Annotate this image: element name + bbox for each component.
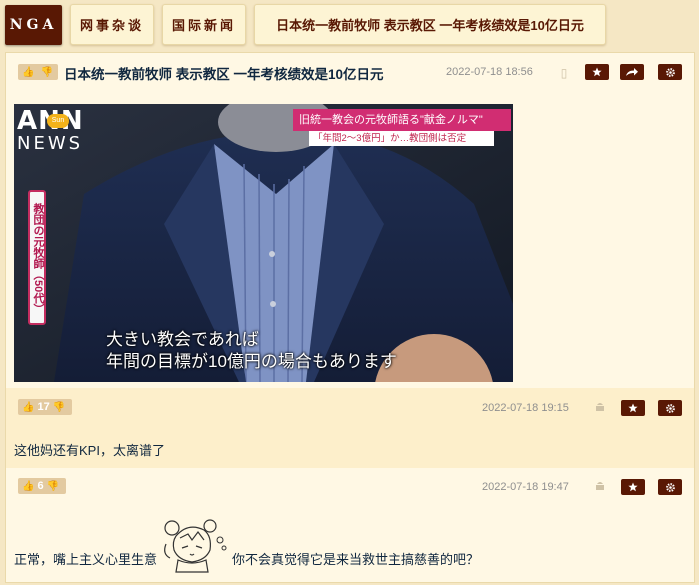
post-date: 2022-07-18 19:15	[482, 402, 569, 414]
thumb-up-icon[interactable]: 👍	[22, 481, 34, 492]
like-badge[interactable]: 👍 17 👎	[18, 399, 72, 415]
thumb-down-icon[interactable]: 👎	[53, 402, 65, 413]
thread-posts: 👍 👎 日本统一教前牧师 表示教区 一年考核绩效是10亿日元 2022-07-1…	[5, 52, 695, 583]
like-count: 6	[37, 480, 44, 492]
settings-button[interactable]	[658, 400, 682, 416]
share-button[interactable]	[620, 64, 644, 80]
subtitle-line-2: 年間の目標が10億円の場合もあります	[106, 352, 397, 371]
star-button[interactable]	[585, 64, 609, 80]
gear-icon	[665, 482, 675, 492]
post-content-after: 你不会真觉得它是来当救世主搞慈善的吧？	[232, 552, 480, 567]
thumb-up-icon[interactable]: 👍	[22, 402, 34, 413]
post-main: 👍 👎 日本统一教前牧师 表示教区 一年考核绩效是10亿日元 2022-07-1…	[6, 53, 694, 388]
like-count: 17	[37, 401, 50, 413]
thumb-down-icon[interactable]: 👎	[47, 481, 59, 492]
star-button[interactable]	[621, 400, 645, 416]
breadcrumb-thread[interactable]: 日本统一教前牧师 表示教区 一年考核绩效是10亿日元	[254, 4, 606, 45]
thumb-up-icon[interactable]: 👍	[22, 67, 34, 78]
post-date: 2022-07-18 19:47	[482, 481, 569, 493]
breadcrumb-subforum[interactable]: 国际新闻	[162, 4, 246, 45]
sun-badge: Sun	[47, 114, 69, 128]
settings-button[interactable]	[658, 479, 682, 495]
news-image[interactable]: ANN NEWS Sun 旧統一教会の元牧師語る"献金ノルマ" 「年間2〜3億円…	[14, 104, 513, 382]
headline-top: 旧統一教会の元牧師語る"献金ノルマ"	[293, 109, 511, 131]
video-subtitle: 大きい教会であれば 年間の目標が10億円の場合もあります	[106, 329, 397, 373]
star-button[interactable]	[621, 479, 645, 495]
news-logo-text: NEWS	[17, 133, 84, 154]
like-badge[interactable]: 👍 6 👎	[18, 478, 66, 494]
headline-bottom: 「年間2〜3億円」か…教団側は否定	[309, 131, 494, 146]
side-caption: 教団の元牧師（50代）	[28, 190, 46, 325]
like-badge[interactable]: 👍 👎	[18, 64, 58, 80]
subtitle-line-1: 大きい教会であれば	[106, 330, 259, 349]
ann-news-logo: ANN NEWS Sun	[17, 108, 107, 154]
nga-logo[interactable]: NGA	[5, 5, 62, 45]
reply-post: 👍 6 👎 2022-07-18 19:47 正常，嘴上主义心里生意 你不会真觉…	[6, 468, 694, 582]
reply-post: 👍 17 👎 2022-07-18 19:15 这他妈还有KPI，太离谱了	[6, 388, 694, 468]
android-icon	[595, 401, 605, 415]
phone-icon: ▯	[560, 66, 568, 80]
thumb-down-icon[interactable]: 👎	[40, 67, 52, 78]
gear-icon	[665, 67, 675, 77]
share-icon	[626, 68, 638, 76]
star-icon	[592, 67, 602, 77]
post-content: 这他妈还有KPI，太离谱了	[14, 443, 165, 458]
star-icon	[628, 482, 638, 492]
breadcrumb-forum[interactable]: 网事杂谈	[70, 4, 154, 45]
post-content-before: 正常，嘴上主义心里生意	[14, 552, 158, 567]
settings-button[interactable]	[658, 64, 682, 80]
android-icon	[595, 480, 605, 494]
gear-icon	[665, 403, 675, 413]
anime-girl-sticker	[158, 514, 230, 576]
top-nav: NGA 网事杂谈 国际新闻 日本统一教前牧师 表示教区 一年考核绩效是10亿日元	[0, 0, 699, 50]
post-title: 日本统一教前牧师 表示教区 一年考核绩效是10亿日元	[64, 67, 384, 82]
star-icon	[628, 403, 638, 413]
post-date: 2022-07-18 18:56	[446, 66, 533, 78]
